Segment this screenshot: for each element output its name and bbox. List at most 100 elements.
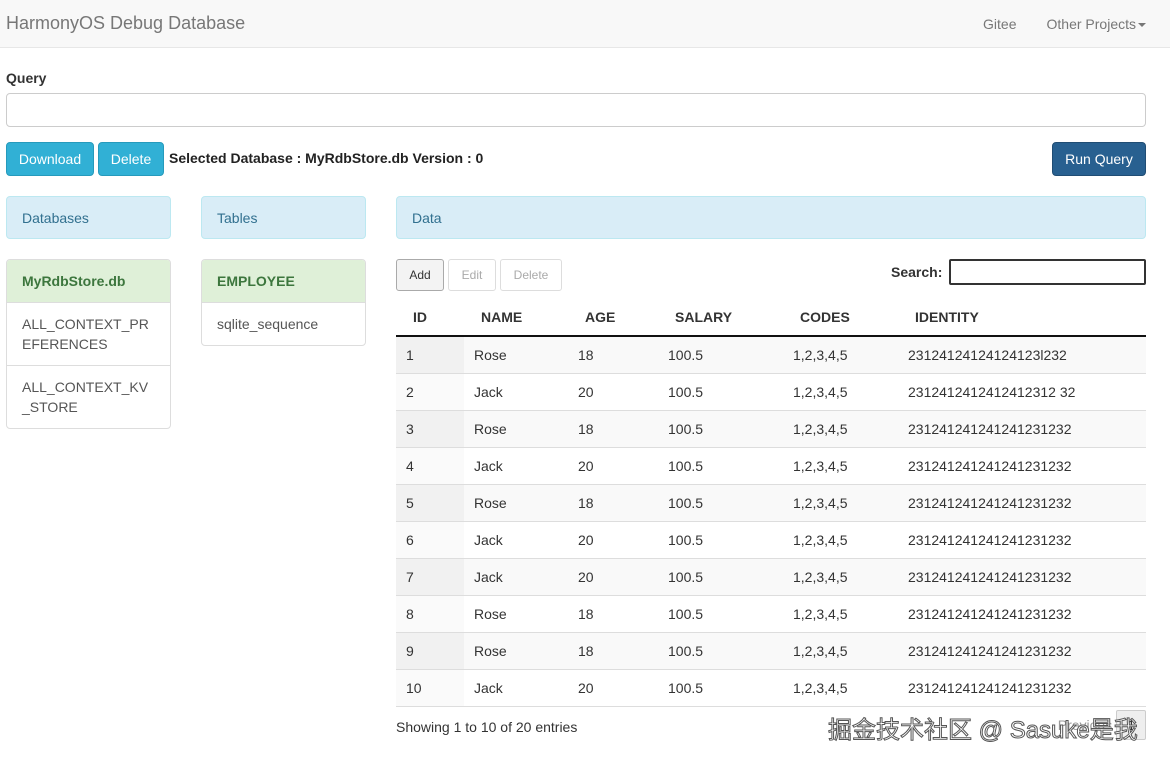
database-item[interactable]: ALL_CONTEXT_PREFERENCES xyxy=(7,302,170,365)
database-list: MyRdbStore.db ALL_CONTEXT_PREFERENCES AL… xyxy=(6,259,171,429)
table-cell: 20 xyxy=(568,373,658,411)
table-cell: 6 xyxy=(396,521,464,559)
table-cell: 100.5 xyxy=(658,484,783,522)
table-cell: Jack xyxy=(464,373,568,411)
table-cell: 1,2,3,4,5 xyxy=(783,447,898,485)
column-header[interactable]: ID xyxy=(396,298,464,337)
table-cell: 1,2,3,4,5 xyxy=(783,632,898,670)
table-cell: 20 xyxy=(568,447,658,485)
table-row[interactable]: 7 Jack 20 100.5 1,2,3,4,5 2312412412412412312… xyxy=(396,558,1146,596)
table-row[interactable]: 3 Rose 18 100.5 1,2,3,4,5 2312412412412412312… xyxy=(396,410,1146,448)
table-cell: 18 xyxy=(568,410,658,448)
column-header[interactable]: SALARY xyxy=(658,298,783,337)
column-header[interactable]: NAME xyxy=(464,298,568,337)
table-cell: 231241241241241231232 xyxy=(898,595,1146,633)
table-cell: 1,2,3,4,5 xyxy=(783,558,898,596)
selected-database-info: Selected Database : MyRdbStore.db Versio… xyxy=(169,150,484,166)
watermark: 掘金技术社区 @ Sasuke是我 xyxy=(828,717,1139,745)
table-cell: Jack xyxy=(464,558,568,596)
table-cell: 1,2,3,4,5 xyxy=(783,669,898,707)
table-cell: 7 xyxy=(396,558,464,596)
column-header[interactable]: IDENTITY xyxy=(898,298,1146,337)
table-cell: 18 xyxy=(568,484,658,522)
download-button[interactable]: Download xyxy=(6,142,94,176)
delete-row-button[interactable]: Delete xyxy=(500,259,562,291)
table-cell: 100.5 xyxy=(658,632,783,670)
table-cell: 20 xyxy=(568,521,658,559)
table-cell: 9 xyxy=(396,632,464,670)
database-item[interactable]: ALL_CONTEXT_KV_STORE xyxy=(7,365,170,428)
table-cell: Rose xyxy=(464,336,568,374)
table-cell: 100.5 xyxy=(658,336,783,374)
table-cell: Jack xyxy=(464,521,568,559)
table-row[interactable]: 10 Jack 20 100.5 1,2,3,4,5 231241241241241231… xyxy=(396,669,1146,707)
table-cell: 100.5 xyxy=(658,558,783,596)
table-item[interactable]: EMPLOYEE xyxy=(202,260,365,302)
table-cell: 231241241241241231232 xyxy=(898,632,1146,670)
table-cell: 2 xyxy=(396,373,464,411)
table-cell: 100.5 xyxy=(658,669,783,707)
table-cell: 100.5 xyxy=(658,521,783,559)
delete-database-button[interactable]: Delete xyxy=(98,142,164,176)
column-header[interactable]: CODES xyxy=(783,298,898,337)
table-cell: 100.5 xyxy=(658,373,783,411)
table-cell: Rose xyxy=(464,595,568,633)
table-row[interactable]: 4 Jack 20 100.5 1,2,3,4,5 2312412412412412312… xyxy=(396,447,1146,485)
table-cell: 231241241241241231232 xyxy=(898,558,1146,596)
table-row[interactable]: 5 Rose 18 100.5 1,2,3,4,5 2312412412412412312… xyxy=(396,484,1146,522)
table-info: Showing 1 to 10 of 20 entries xyxy=(396,719,578,735)
table-cell: 100.5 xyxy=(658,410,783,448)
data-table: ID NAME AGE SALARY CODES IDENTITY 1 Rose 18 100.… xyxy=(396,298,1146,707)
table-cell: 231241241241241231232 xyxy=(898,669,1146,707)
table-cell: 1 xyxy=(396,336,464,374)
table-cell: 1,2,3,4,5 xyxy=(783,410,898,448)
navbar: HarmonyOS Debug Database Gitee Other Pro… xyxy=(0,0,1170,48)
nav-link-label: Other Projects xyxy=(1046,15,1136,32)
table-row[interactable]: 8 Rose 18 100.5 1,2,3,4,5 2312412412412412312… xyxy=(396,595,1146,633)
table-cell: 1,2,3,4,5 xyxy=(783,595,898,633)
table-cell: 231241241241241231232 xyxy=(898,484,1146,522)
table-cell: Rose xyxy=(464,410,568,448)
table-cell: 231241241241241231232 xyxy=(898,447,1146,485)
table-cell: 5 xyxy=(396,484,464,522)
table-cell: 231241241241241231232 xyxy=(898,521,1146,559)
run-query-button[interactable]: Run Query xyxy=(1052,142,1146,176)
table-cell: 18 xyxy=(568,595,658,633)
caret-down-icon xyxy=(1138,22,1146,27)
table-cell: 1,2,3,4,5 xyxy=(783,484,898,522)
table-cell: Rose xyxy=(464,632,568,670)
table-cell: Jack xyxy=(464,669,568,707)
nav-link-gitee[interactable]: Gitee xyxy=(983,16,1016,32)
query-input[interactable] xyxy=(6,93,1146,127)
table-cell: 100.5 xyxy=(658,595,783,633)
table-cell: 3 xyxy=(396,410,464,448)
table-row[interactable]: 9 Rose 18 100.5 1,2,3,4,5 2312412412412412312… xyxy=(396,632,1146,670)
table-cell: 1,2,3,4,5 xyxy=(783,373,898,411)
table-cell: 8 xyxy=(396,595,464,633)
table-row[interactable]: 1 Rose 18 100.5 1,2,3,4,5 23124124124124123l2… xyxy=(396,336,1146,374)
table-cell: 20 xyxy=(568,669,658,707)
edit-row-button[interactable]: Edit xyxy=(448,259,496,291)
table-cell: 4 xyxy=(396,447,464,485)
table-cell: 18 xyxy=(568,336,658,374)
column-header[interactable]: AGE xyxy=(568,298,658,337)
table-cell: 1,2,3,4,5 xyxy=(783,336,898,374)
app-title[interactable]: HarmonyOS Debug Database xyxy=(6,13,245,34)
table-cell: 23124124124124123l232 xyxy=(898,336,1146,374)
table-cell: 10 xyxy=(396,669,464,707)
table-row[interactable]: 6 Jack 20 100.5 1,2,3,4,5 2312412412412412312… xyxy=(396,521,1146,559)
table-cell: 2312412412412412312 32 xyxy=(898,373,1146,411)
table-row[interactable]: 2 Jack 20 100.5 1,2,3,4,5 2312412412412412312… xyxy=(396,373,1146,411)
add-row-button[interactable]: Add xyxy=(396,259,444,291)
table-item[interactable]: sqlite_sequence xyxy=(202,302,365,345)
table-cell: 20 xyxy=(568,558,658,596)
nav-link-other-projects[interactable]: Other Projects xyxy=(1047,16,1146,32)
table-cell: 231241241241241231232 xyxy=(898,410,1146,448)
table-cell: 1,2,3,4,5 xyxy=(783,521,898,559)
search-input[interactable] xyxy=(949,259,1146,285)
database-item[interactable]: MyRdbStore.db xyxy=(7,260,170,302)
table-cell: Jack xyxy=(464,447,568,485)
databases-panel-heading: Databases xyxy=(6,196,171,239)
query-label: Query xyxy=(6,70,47,86)
data-panel-heading: Data xyxy=(396,196,1146,239)
